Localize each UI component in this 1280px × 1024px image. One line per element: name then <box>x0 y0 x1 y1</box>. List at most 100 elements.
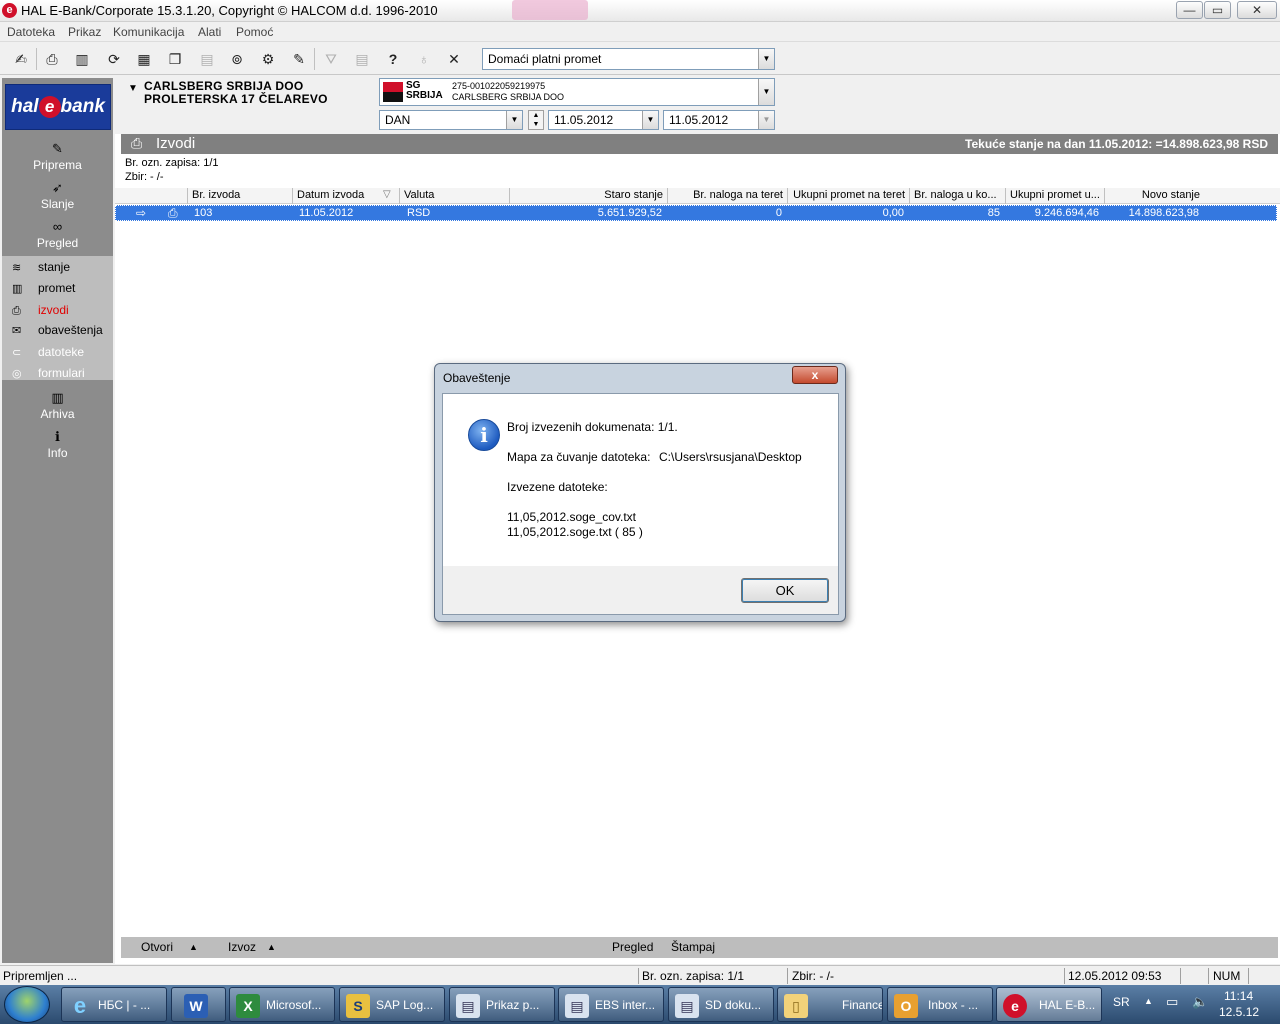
nav-priprema[interactable]: ✎ Priprema <box>2 139 113 172</box>
task-sap[interactable]: S SAP Log... <box>339 987 445 1022</box>
task-window[interactable]: ▤ EBS inter... <box>558 987 664 1022</box>
task-ie[interactable]: e НБС | - ... <box>61 987 167 1022</box>
task-label: Finance_... <box>842 998 882 1012</box>
task-outlook[interactable]: O Inbox - ... <box>887 987 993 1022</box>
network-icon[interactable]: ▭ <box>1166 994 1178 1010</box>
close-button[interactable]: ✕ <box>1237 1 1277 19</box>
minimize-button[interactable]: — <box>1176 1 1203 19</box>
exit-icon[interactable]: ✕ <box>442 47 466 71</box>
dialog-title: Obaveštenje <box>443 371 511 385</box>
cell-datum: 11.05.2012 <box>299 207 354 219</box>
nav-slanje[interactable]: ➶ Slanje <box>2 178 113 211</box>
task-window[interactable]: ▤ SD doku... <box>668 987 774 1022</box>
menu-alati[interactable]: Alati <box>198 25 221 39</box>
column-header[interactable]: Br. naloga na teret <box>667 188 787 204</box>
date-from-picker[interactable]: 11.05.2012 ▼ <box>548 110 659 130</box>
clock-date[interactable]: 12.5.12 <box>1219 1005 1259 1019</box>
restore-button[interactable]: ▭ <box>1204 1 1231 19</box>
bulb-icon[interactable]: ♁ <box>412 47 436 71</box>
task-window[interactable]: ▤ Prikaz p... <box>449 987 555 1022</box>
menu-pomoc[interactable]: Pomoć <box>236 25 273 39</box>
action-bar: Otvori ▲ Izvoz ▲ Pregled Štampaj <box>121 937 1278 958</box>
sidebar-item-obavestenja[interactable]: ✉ obaveštenja <box>12 323 103 337</box>
column-header[interactable]: Valuta <box>399 188 509 204</box>
refresh-icon[interactable]: ⟳ <box>102 47 126 71</box>
payment-type-value: Domaći platni promet <box>488 52 602 66</box>
sort-icon[interactable]: ▽ <box>383 189 391 200</box>
status-separator <box>1064 968 1065 984</box>
date-to-picker[interactable]: 11.05.2012 ▼ <box>663 110 775 130</box>
menu-komunikacija[interactable]: Komunikacija <box>113 25 184 39</box>
sign-icon[interactable]: ✍ <box>9 47 33 71</box>
sum-info: Zbir: - /- <box>125 171 164 183</box>
folder-icon: ▯ <box>784 994 808 1018</box>
nav-pregled[interactable]: ∞ Pregled <box>2 217 113 250</box>
menu-prikaz[interactable]: Prikaz <box>68 25 101 39</box>
show-hidden-icons-icon[interactable]: ▲ <box>1144 996 1153 1006</box>
print-icon[interactable]: ⎙ <box>40 47 64 71</box>
print-icon[interactable]: ⎙ <box>168 206 178 221</box>
open-button[interactable]: Otvori <box>141 940 173 954</box>
task-excel[interactable]: X Microsof... <box>229 987 335 1022</box>
arrow-up-icon[interactable]: ▲ <box>267 942 276 952</box>
sidebar-item-izvodi[interactable]: ⎙ izvodi <box>12 303 69 318</box>
export-icon[interactable]: ⇨ <box>136 206 146 220</box>
table-row[interactable]: ⇨ ⎙ 103 11.05.2012 RSD 5.651.929,52 0 0,… <box>115 205 1277 221</box>
task-word[interactable]: W <box>171 987 226 1022</box>
sidebar-item-datoteke[interactable]: ⊂ datoteke <box>12 345 84 359</box>
copy-icon[interactable]: ❐ <box>163 47 187 71</box>
task-label: SAP Log... <box>376 998 434 1012</box>
filter-icon[interactable]: ⛛ <box>319 47 343 71</box>
menu-datoteka[interactable]: Datoteka <box>7 25 55 39</box>
help-icon[interactable]: ? <box>381 47 405 71</box>
sidebar-item-promet[interactable]: ▥ promet <box>12 281 75 295</box>
nav-info[interactable]: ℹ Info <box>2 427 113 460</box>
calculator-icon[interactable]: ▦ <box>132 47 156 71</box>
book-icon[interactable]: ▥ <box>70 47 94 71</box>
start-button[interactable] <box>4 986 50 1023</box>
column-header[interactable]: Ukupni promet na teret <box>787 188 909 204</box>
column-header[interactable]: Staro stanje <box>509 188 667 204</box>
currency-icon[interactable]: ⊚ <box>225 47 249 71</box>
chevron-down-icon[interactable]: ▼ <box>758 79 774 105</box>
volume-icon[interactable]: 🔈 <box>1192 994 1208 1010</box>
settings-icon[interactable]: ⚙ <box>256 47 280 71</box>
column-header[interactable]: Br. naloga u ko... <box>909 188 1005 204</box>
grid-icon[interactable]: ▤ <box>350 47 374 71</box>
cell-br-izvoda: 103 <box>194 207 213 219</box>
period-spinner[interactable]: ▲ ▼ <box>528 110 544 130</box>
sidebar-item-formulari[interactable]: ◎ formulari <box>12 366 85 380</box>
nav-arhiva[interactable]: ▥ Arhiva <box>2 388 113 421</box>
cell-staro-stanje: 5.651.929,52 <box>597 207 662 219</box>
arrow-up-icon[interactable]: ▲ <box>189 942 198 952</box>
column-header[interactable]: Novo stanje <box>1104 188 1204 204</box>
triangle-down-icon[interactable]: ▼ <box>128 82 138 95</box>
clock-time[interactable]: 11:14 <box>1224 989 1253 1003</box>
archive-icon: ▥ <box>51 390 64 405</box>
company-selector[interactable]: ▼ CARLSBERG SRBIJA DOO PROLETERSKA 17 ČE… <box>128 80 328 106</box>
task-folder[interactable]: ▯ Finance_... <box>777 987 883 1022</box>
payment-type-select[interactable]: Domaći platni promet ▼ <box>482 48 775 70</box>
menu-bar: Datoteka Prikaz Komunikacija Alati Pomoć <box>0 22 1280 42</box>
chevron-down-icon[interactable]: ▼ <box>758 111 774 129</box>
cell-nalog-korist: 85 <box>987 207 1000 219</box>
print-button[interactable]: Štampaj <box>671 940 715 954</box>
column-header[interactable]: Br. izvoda <box>187 188 293 204</box>
chevron-down-icon[interactable]: ▼ <box>642 111 658 129</box>
nav-pregled-label: Pregled <box>36 236 79 250</box>
dialog-close-button[interactable]: x <box>792 366 838 384</box>
paste-icon[interactable]: ▤ <box>195 47 219 71</box>
sidebar-item-stanje[interactable]: ≋ stanje <box>12 260 70 274</box>
edit-icon[interactable]: ✎ <box>287 47 311 71</box>
preview-button[interactable]: Pregled <box>612 940 653 954</box>
ok-button[interactable]: OK <box>741 578 829 603</box>
period-unit-select[interactable]: DAN ▼ <box>379 110 523 130</box>
task-hal-ebank[interactable]: e HAL E-B... <box>996 987 1102 1022</box>
export-button[interactable]: Izvoz <box>228 940 256 954</box>
status-separator <box>1180 968 1181 984</box>
chevron-down-icon[interactable]: ▼ <box>758 49 774 69</box>
language-indicator[interactable]: SR <box>1113 995 1130 1009</box>
chevron-down-icon[interactable]: ▼ <box>506 111 522 129</box>
column-header[interactable]: Ukupni promet u... <box>1005 188 1104 204</box>
account-select[interactable]: SG SRBIJA 275-0010220592199​75 CARLSBERG… <box>379 78 775 106</box>
